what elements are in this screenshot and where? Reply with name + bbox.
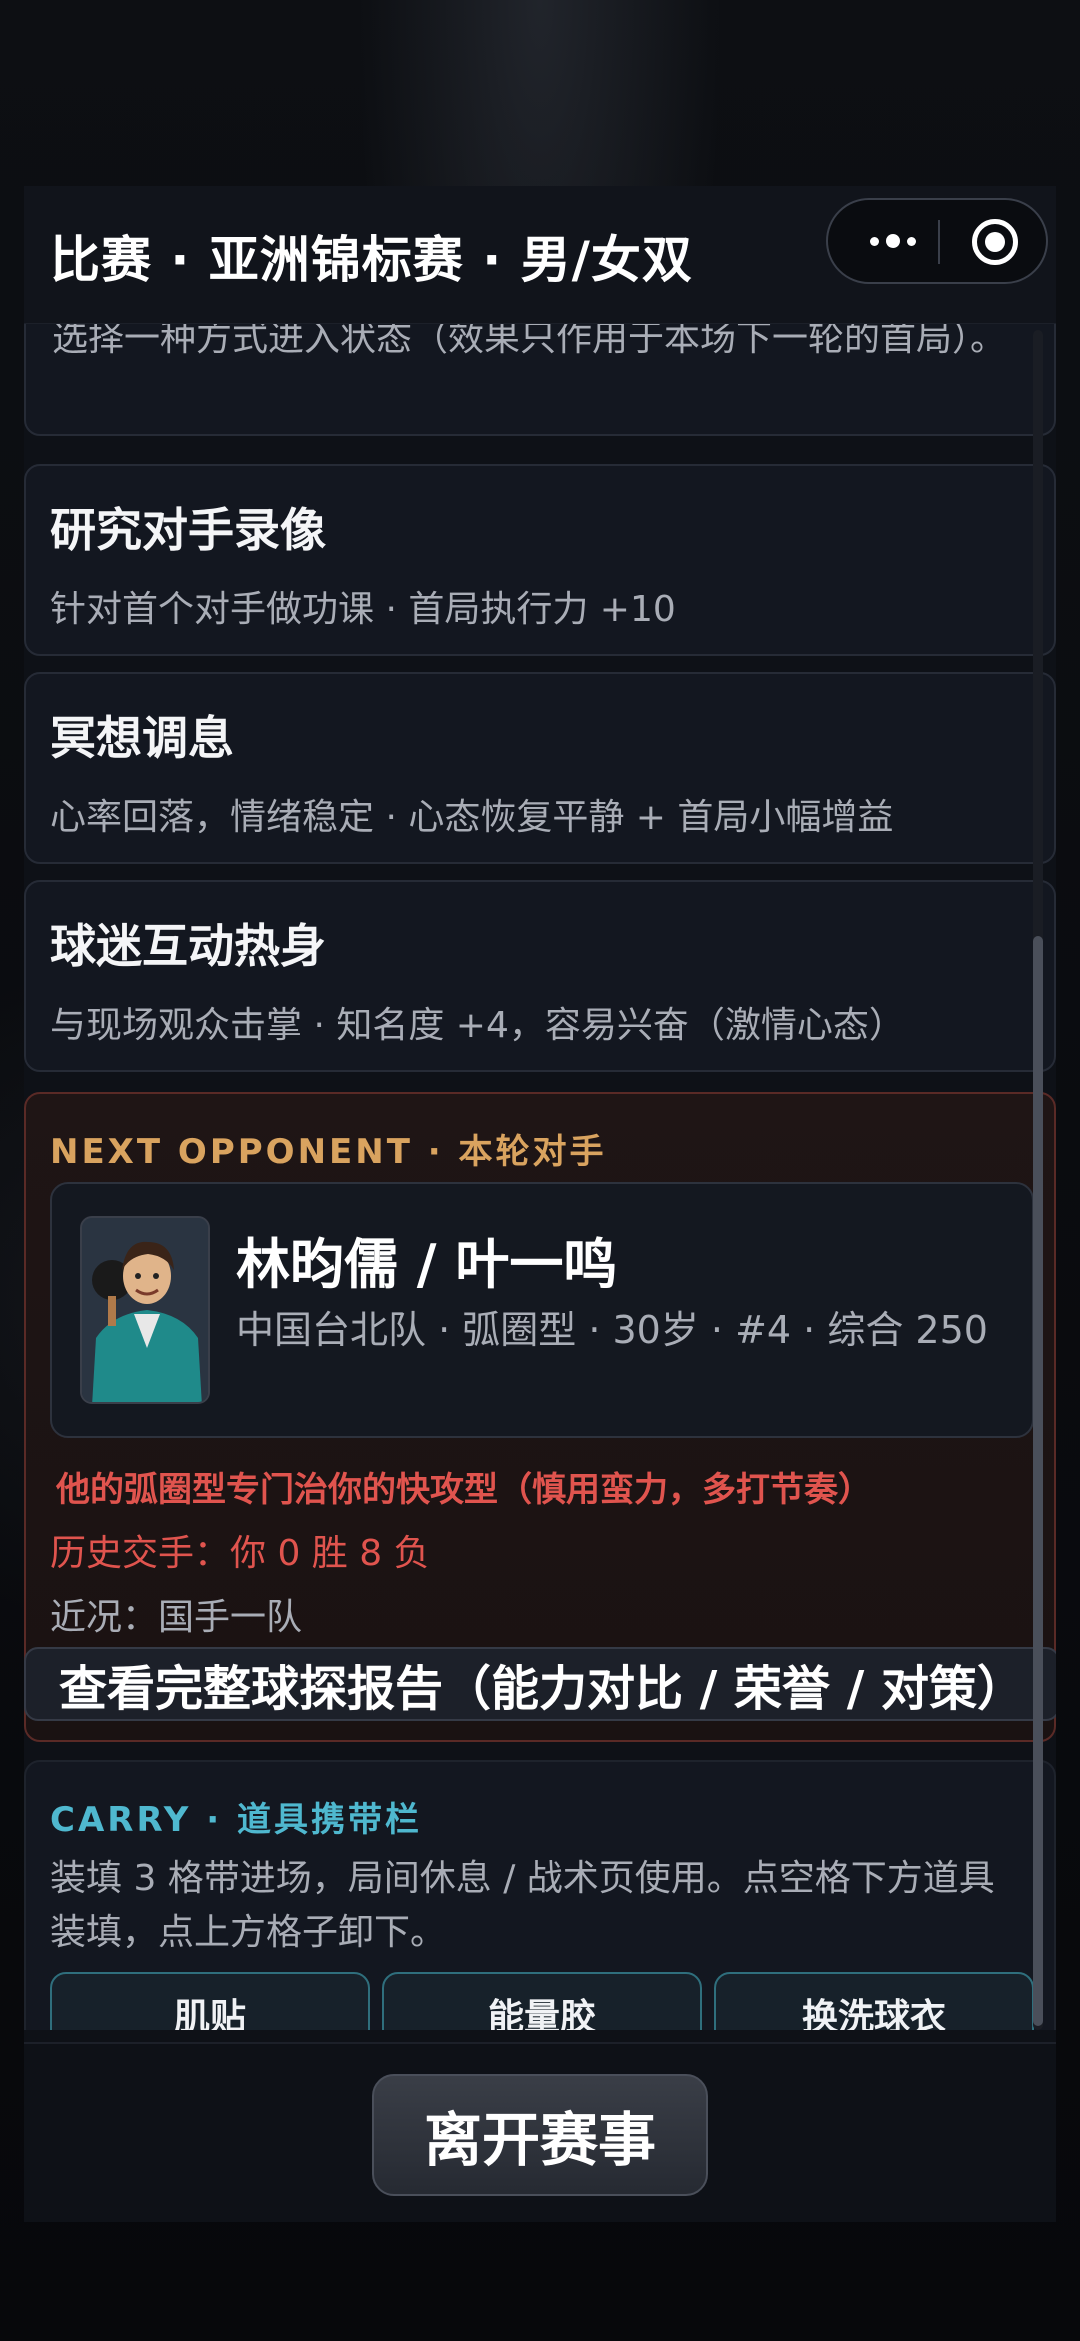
carry-slot-3[interactable]: 换洗球衣 [714, 1972, 1034, 2030]
carry-heading: CARRY · 道具携带栏 [50, 1800, 422, 1840]
opponent-name: 林昀儒 / 叶一鸣 [236, 1233, 618, 1296]
content-scroll[interactable]: 选择一种方式进入状态（效果只作用于本场下一轮的首局）。 研究对手录像 针对首个对… [24, 324, 1056, 2030]
page-title: 比赛 · 亚洲锦标赛 · 男/女双 [50, 231, 693, 289]
footer-bar: 离开赛事 [24, 2042, 1056, 2222]
option-desc: 针对首个对手做功课 · 首局执行力 +10 [50, 589, 676, 630]
avatar [80, 1216, 210, 1404]
capsule-divider [938, 220, 940, 264]
nav-header: 比赛 · 亚洲锦标赛 · 男/女双 [24, 186, 1056, 324]
scrollbar[interactable] [1033, 330, 1043, 2030]
option-fan-warmup[interactable]: 球迷互动热身 与现场观众击掌 · 知名度 +4，容易兴奋（激情心态） [24, 880, 1056, 1072]
next-opponent-card: NEXT OPPONENT · 本轮对手 林昀儒 / 叶一鸣 中国台北队 · 弧… [24, 1092, 1056, 1742]
scout-report-button[interactable]: 查看完整球探报告（能力对比 / 荣誉 / 对策） [24, 1647, 1056, 1721]
head-to-head-record: 历史交手：你 0 胜 8 负 [50, 1533, 430, 1574]
option-title: 研究对手录像 [50, 503, 326, 557]
option-title: 冥想调息 [50, 711, 234, 765]
carry-slot-1[interactable]: 肌贴 [50, 1972, 370, 2030]
scrollbar-thumb[interactable] [1033, 936, 1043, 2026]
recent-status: 近况：国手一队 [50, 1597, 303, 1638]
carry-slot-2[interactable]: 能量胶 [382, 1972, 702, 2030]
matchup-warning: 他的弧圈型专门治你的快攻型（慎用蛮力，多打节奏） [56, 1470, 872, 1510]
leave-event-button[interactable]: 离开赛事 [372, 2074, 708, 2196]
intro-text: 选择一种方式进入状态（效果只作用于本场下一轮的首局）。 [52, 324, 1007, 359]
carry-desc: 装填 3 格带进场，局间休息 / 战术页使用。点空格下方道具装填，点上方格子卸下… [50, 1858, 995, 1953]
opponent-meta: 中国台北队 · 弧圈型 · 30岁 · #4 · 综合 250 [236, 1308, 988, 1352]
option-desc: 心率回落，情绪稳定 · 心态恢复平静 + 首局小幅增益 [50, 797, 894, 838]
intro-card: 选择一种方式进入状态（效果只作用于本场下一轮的首局）。 [24, 324, 1056, 436]
close-target-icon[interactable] [972, 219, 1018, 265]
option-meditation[interactable]: 冥想调息 心率回落，情绪稳定 · 心态恢复平静 + 首局小幅增益 [24, 672, 1056, 864]
mini-program-capsule [826, 198, 1048, 284]
carry-card: CARRY · 道具携带栏 装填 3 格带进场，局间休息 / 战术页使用。点空格… [24, 1760, 1056, 2030]
opponent-profile[interactable]: 林昀儒 / 叶一鸣 中国台北队 · 弧圈型 · 30岁 · #4 · 综合 25… [50, 1182, 1034, 1438]
option-study-video[interactable]: 研究对手录像 针对首个对手做功课 · 首局执行力 +10 [24, 464, 1056, 656]
more-icon[interactable] [848, 200, 938, 282]
option-title: 球迷互动热身 [50, 919, 326, 973]
option-desc: 与现场观众击掌 · 知名度 +4，容易兴奋（激情心态） [50, 1005, 905, 1046]
opponent-heading: NEXT OPPONENT · 本轮对手 [50, 1132, 607, 1172]
